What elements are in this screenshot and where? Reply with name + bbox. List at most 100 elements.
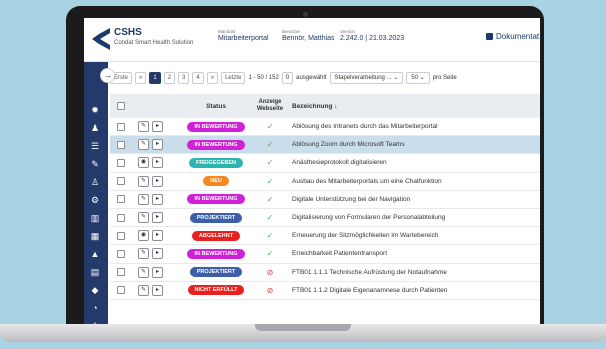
- check-icon: ✓: [266, 158, 274, 168]
- status-badge: ABGELEHNT: [191, 230, 241, 241]
- sidebar-toggle-button[interactable]: →: [100, 68, 115, 83]
- prohibited-icon: ⊘: [266, 285, 274, 295]
- app-screen: CSHS Condat Smart Health Solution Mandan…: [84, 18, 540, 324]
- table-row[interactable]: ✎ ▸ IN BEWERTUNG ✓ Ablösung Zoom durch Mi…: [110, 136, 540, 155]
- edit-icon[interactable]: ✎: [138, 193, 149, 205]
- row-checkbox[interactable]: [117, 122, 125, 131]
- edit-icon[interactable]: ✎: [89, 158, 101, 170]
- row-checkbox[interactable]: [117, 177, 125, 186]
- row-checkbox[interactable]: [117, 286, 125, 295]
- row-checkbox[interactable]: [117, 213, 125, 222]
- page-1-button[interactable]: 1: [149, 72, 161, 84]
- play-icon[interactable]: ▸: [152, 212, 163, 224]
- table-row[interactable]: ✎ ▸ IN BEWERTUNG ✓ Erreichbarkeit Patient…: [110, 245, 540, 264]
- check-icon: ✓: [266, 140, 274, 150]
- edit-icon[interactable]: ✎: [138, 121, 149, 133]
- column-web-display[interactable]: Anzeige Webseite: [254, 99, 286, 113]
- clock-icon[interactable]: ◔: [89, 302, 101, 314]
- play-icon[interactable]: ▸: [152, 175, 163, 187]
- selected-count: 0: [281, 72, 294, 84]
- status-badge: IN BEWERTUNG: [187, 248, 245, 259]
- table-row[interactable]: ✎ ▸ PROJEKTIERT ✓ Digitalisierung von For…: [110, 209, 540, 228]
- user-settings-icon[interactable]: ⚙: [89, 194, 101, 206]
- row-description: Ablösung des Intranets durch das Mitarbe…: [292, 123, 438, 131]
- bar-chart-icon[interactable]: ▥: [89, 212, 101, 224]
- table-row[interactable]: ✎ ▸ NICHT ERFÜLLT ⊘ FTB01 1.1.2 Digitale …: [110, 282, 540, 300]
- camera-dot: [303, 12, 308, 17]
- next-page-button[interactable]: »: [206, 72, 219, 84]
- row-checkbox[interactable]: [117, 268, 125, 277]
- table-row[interactable]: ◉ ▸ ABGELEHNT ✓ Erneuerung der Sitzmöglic…: [110, 227, 540, 246]
- play-icon[interactable]: ▸: [152, 266, 163, 278]
- view-icon[interactable]: ◉: [138, 230, 149, 242]
- idea-icon[interactable]: ✹: [89, 104, 101, 116]
- edit-icon[interactable]: ✎: [138, 212, 149, 224]
- column-description[interactable]: Bezeichnung ↓: [286, 103, 540, 110]
- check-icon: ✓: [266, 122, 274, 132]
- chevron-down-icon: ⌄: [393, 75, 399, 81]
- user-value: Bennör, Matthias: [282, 35, 335, 42]
- edit-icon[interactable]: ✎: [138, 284, 149, 296]
- edit-icon[interactable]: ✎: [138, 266, 149, 278]
- chat-icon[interactable]: ◆: [89, 284, 101, 296]
- table-row[interactable]: ◉ ▸ FREIGEGEBEN ✓ Anästhesieprotokoll dig…: [110, 154, 540, 173]
- list-icon[interactable]: ☰: [89, 140, 101, 152]
- page-3-button[interactable]: 3: [178, 72, 190, 84]
- brand-title: CSHS: [114, 27, 142, 38]
- table-body: ✎ ▸ IN BEWERTUNG ✓ Ablösung des Intranets…: [110, 118, 540, 300]
- per-page-select[interactable]: 50 ⌄: [406, 72, 430, 84]
- row-checkbox[interactable]: [117, 249, 125, 258]
- prev-page-button[interactable]: «: [135, 72, 147, 84]
- play-icon[interactable]: ▸: [152, 121, 163, 133]
- table-icon[interactable]: ▦: [89, 230, 101, 242]
- calendar-icon[interactable]: ▤: [89, 266, 101, 278]
- batch-processing-select[interactable]: Stapelverarbeitung ... ⌄: [329, 72, 404, 84]
- table-row[interactable]: ✎ ▸ PROJEKTIERT ⊘ FTB01 1.1.1 Technische …: [110, 264, 540, 282]
- row-description: Erreichbarkeit Patiententransport: [292, 250, 388, 258]
- play-icon[interactable]: ▸: [152, 284, 163, 296]
- edit-icon[interactable]: ✎: [138, 175, 149, 187]
- table-row[interactable]: ✎ ▸ NEU ✓ Ausbau des Mitarbeiterportals u…: [110, 173, 540, 191]
- documentation-button[interactable]: Dokumentat: [486, 32, 539, 41]
- row-checkbox[interactable]: [117, 231, 125, 240]
- last-page-button[interactable]: Letzte: [221, 72, 246, 84]
- status-badge: IN BEWERTUNG: [187, 121, 245, 132]
- check-icon: ✓: [266, 213, 274, 223]
- row-checkbox[interactable]: [117, 140, 125, 149]
- play-icon[interactable]: ▸: [152, 248, 163, 260]
- edit-icon[interactable]: ✎: [138, 139, 149, 151]
- mandant-info: Mandant Mitarbeiterportal: [218, 29, 269, 42]
- table-header: Status Anzeige Webseite Bezeichnung ↓: [110, 94, 540, 118]
- sidebar: ✹ ♟ ☰ ✎ ♙ ⚙ ▥ ▦ ▲ ▤ ◆ ◔ ✲ ✕: [84, 62, 108, 324]
- edit-icon[interactable]: ✎: [138, 248, 149, 260]
- check-icon: ✓: [266, 231, 274, 241]
- row-description: FTB01 1.1.1 Technische Aufrüstung der No…: [292, 268, 447, 276]
- play-icon[interactable]: ▸: [152, 139, 163, 151]
- prohibited-icon: ⊘: [266, 267, 274, 277]
- status-badge: IN BEWERTUNG: [187, 139, 245, 150]
- play-icon[interactable]: ▸: [152, 230, 163, 242]
- user-info: Benutzer Bennör, Matthias: [282, 29, 335, 42]
- mandant-value: Mitarbeiterportal: [218, 35, 269, 42]
- play-icon[interactable]: ▸: [152, 157, 163, 169]
- graduation-icon[interactable]: ▲: [89, 248, 101, 260]
- select-all-checkbox[interactable]: [117, 102, 125, 110]
- row-description: Ablösung Zoom durch Microsoft Teams: [292, 141, 405, 149]
- page-2-button[interactable]: 2: [163, 72, 176, 84]
- view-icon[interactable]: ◉: [138, 157, 149, 169]
- selected-label: ausgewählt: [296, 75, 327, 81]
- status-badge: FREIGEGEBEN: [188, 157, 244, 168]
- settings-icon[interactable]: ✲: [89, 320, 101, 324]
- page-4-button[interactable]: 4: [192, 72, 204, 84]
- table-row[interactable]: ✎ ▸ IN BEWERTUNG ✓ Digitale Unterstützung…: [110, 191, 540, 209]
- row-checkbox[interactable]: [117, 195, 125, 204]
- status-badge: PROJEKTIERT: [189, 267, 243, 278]
- team-icon[interactable]: ♟: [89, 122, 101, 134]
- play-icon[interactable]: ▸: [152, 193, 163, 205]
- users-icon[interactable]: ♙: [89, 176, 101, 188]
- row-checkbox[interactable]: [117, 158, 125, 167]
- table-row[interactable]: ✎ ▸ IN BEWERTUNG ✓ Ablösung des Intranets…: [110, 118, 540, 137]
- status-badge: NEU: [203, 176, 229, 187]
- version-value: 2.242.0 | 21.03.2023: [340, 35, 405, 42]
- column-status[interactable]: Status: [178, 103, 254, 110]
